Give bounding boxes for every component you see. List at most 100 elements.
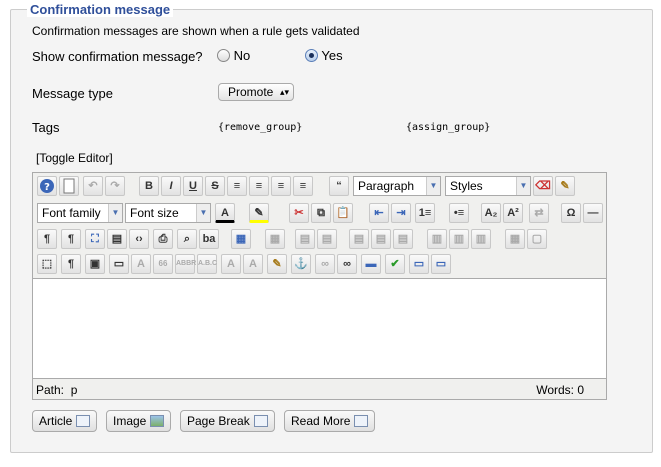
format-select[interactable]: Paragraph ▼ [353,176,441,196]
table-icon[interactable]: ▦ [231,229,251,249]
anchor-icon[interactable]: ⚓ [291,254,311,274]
ltr-icon[interactable]: ¶ [37,229,57,249]
chevron-down-icon: ▼ [426,177,440,195]
redo-icon[interactable]: ↷ [105,176,125,196]
show-blocks-icon[interactable]: ¶ [61,254,81,274]
visual-aid-icon[interactable]: ⬚ [37,254,57,274]
quote-icon[interactable]: 66 [153,254,173,274]
radio-no-label: No [233,48,251,63]
copy-icon[interactable]: ⧉ [311,203,331,223]
table-cell-props-icon[interactable]: ▤ [317,229,337,249]
print-icon[interactable]: ⎙ [153,229,173,249]
replace-icon[interactable]: ba [199,229,219,249]
paste-icon[interactable]: 📋 [333,203,353,223]
html-source-icon[interactable]: ‹› [129,229,149,249]
message-type-label: Message type [32,86,113,101]
chevron-down-icon: ▼ [196,204,210,222]
unlink-icon[interactable]: ∞ [315,254,335,274]
read-more-icon [354,415,369,427]
outdent-icon[interactable]: ⇤ [369,203,389,223]
bold-icon[interactable]: B [139,176,159,196]
text-color-icon[interactable]: A [215,203,235,223]
undo-icon[interactable]: ↶ [83,176,103,196]
align-center-icon[interactable]: ≡ [249,176,269,196]
unordered-list-icon[interactable]: •≡ [449,203,469,223]
cut-icon[interactable]: ✂ [289,203,309,223]
split-cells-icon[interactable]: ▦ [505,229,525,249]
font-size-value: Font size [130,206,179,220]
chevron-down-icon: ▼ [516,177,530,195]
rtl-icon[interactable]: ¶ [61,229,81,249]
style-props-icon[interactable]: ▭ [109,254,129,274]
select-arrows-icon: ▴▾ [279,87,289,97]
read-more-button[interactable]: Read More [284,410,376,432]
align-left-icon[interactable]: ≡ [271,176,291,196]
cite-icon[interactable]: A [131,254,151,274]
special-character-icon[interactable]: Ω [561,203,581,223]
image-icon[interactable]: ▬ [361,254,381,274]
svg-text:?: ? [44,182,50,193]
italic-icon[interactable]: I [161,176,181,196]
insert-col-after-icon[interactable]: ▥ [449,229,469,249]
format-select-value: Paragraph [358,179,415,193]
delete-row-icon[interactable]: ▤ [393,229,413,249]
attributes-icon[interactable]: ✎ [267,254,287,274]
table-row-props-icon[interactable]: ▤ [295,229,315,249]
acronym-icon[interactable]: A.B.C [197,254,217,274]
radio-no-circle[interactable] [217,49,230,62]
toggle-editor-link[interactable]: [Toggle Editor] [36,151,113,165]
eraser-icon[interactable]: ⌫ [533,176,553,196]
strikethrough-icon[interactable]: S [205,176,225,196]
merge-cells-icon[interactable]: ▢ [527,229,547,249]
tag-assign-group[interactable]: {assign_group} [406,122,490,133]
tags-label: Tags [32,120,60,135]
ordered-list-icon[interactable]: 1≡ [415,203,435,223]
direction-icon[interactable]: ⇄ [529,203,549,223]
path-value[interactable]: p [71,383,78,397]
pagebreak-icon[interactable]: ▭ [431,254,451,274]
insert-row-after-icon[interactable]: ▤ [371,229,391,249]
article-button[interactable]: Article [32,410,98,432]
indent-icon[interactable]: ⇥ [391,203,411,223]
spellcheck-icon[interactable]: ✔ [385,254,405,274]
insert-text-icon[interactable]: A [243,254,263,274]
page-break-icon [253,415,268,427]
abbr-icon[interactable]: ABBR [175,254,196,274]
styles-select[interactable]: Styles ▼ [445,176,531,196]
insert-row-before-icon[interactable]: ▤ [349,229,369,249]
editor-path: Path: p [36,383,77,397]
new-document-icon[interactable] [59,176,79,196]
font-family-select[interactable]: Font family ▼ [37,203,123,223]
radio-yes[interactable]: Yes [305,48,343,63]
search-icon[interactable]: ⌕ [177,229,197,249]
radio-yes-circle[interactable] [305,49,318,62]
tag-remove-group[interactable]: {remove_group} [218,122,302,133]
cleanup-brush-icon[interactable]: ✎ [555,176,575,196]
horizontal-rule-icon[interactable]: — [583,203,603,223]
readmore-icon[interactable]: ▭ [409,254,429,274]
insert-col-before-icon[interactable]: ▥ [427,229,447,249]
link-icon[interactable]: ∞ [337,254,357,274]
delete-col-icon[interactable]: ▥ [471,229,491,249]
align-right-icon[interactable]: ≡ [293,176,313,196]
radio-no[interactable]: No [217,48,250,63]
styles-select-value: Styles [450,179,483,193]
layer-icon[interactable]: ▣ [85,254,105,274]
underline-icon[interactable]: U [183,176,203,196]
image-button[interactable]: Image [106,410,172,432]
subscript-icon[interactable]: A₂ [481,203,501,223]
blockquote-icon[interactable]: “ [329,176,349,196]
highlight-color-icon[interactable]: ✎ [249,203,269,223]
fullscreen-icon[interactable]: ⛶ [85,229,105,249]
template-icon[interactable]: ▤ [107,229,127,249]
superscript-icon[interactable]: A² [503,203,523,223]
delete-table-icon[interactable]: ▦ [265,229,285,249]
align-justify-icon[interactable]: ≡ [227,176,247,196]
help-icon[interactable]: ? [37,176,57,196]
image-icon [150,415,165,427]
font-size-select[interactable]: Font size ▼ [125,203,211,223]
page-break-button[interactable]: Page Break [180,410,275,432]
delete-text-icon[interactable]: A [221,254,241,274]
message-type-select[interactable]: Promote ▴▾ [218,83,294,101]
editor-content-area[interactable] [33,278,606,379]
